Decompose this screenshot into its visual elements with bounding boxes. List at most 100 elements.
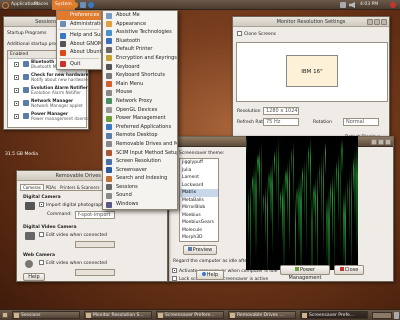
refresh-select[interactable]: 75 Hz <box>263 118 299 126</box>
preferences-menu-item[interactable]: Keyboard <box>103 63 177 72</box>
clock[interactable]: 4:03 PM <box>360 2 378 7</box>
theme-list-item[interactable]: Morph3D <box>180 234 218 241</box>
system-menu-item[interactable]: Administration <box>57 20 101 29</box>
preferences-menu-item[interactable]: Default Printer <box>103 45 177 54</box>
preferences-menu-item[interactable]: Windows <box>103 200 177 209</box>
preferences-menu-item[interactable]: Removable Drives and Media <box>103 140 177 149</box>
enabled-checkbox[interactable] <box>14 75 19 80</box>
tab-pdas[interactable]: PDAs <box>44 185 58 190</box>
system-menu-item[interactable]: Help and Support <box>57 31 101 40</box>
theme-list-item[interactable]: Molecule <box>180 227 218 235</box>
preferences-menu-item[interactable]: Sessions <box>103 183 177 192</box>
show-desktop-icon[interactable] <box>2 312 8 318</box>
maximize-icon[interactable] <box>378 139 384 145</box>
preferences-menu-item[interactable]: Encryption and Keyrings <box>103 54 177 63</box>
table-row[interactable]: Check for new hardware driversNotify abo… <box>8 72 88 85</box>
command-input[interactable]: f-spot-import <box>75 211 115 219</box>
preferences-menu-item[interactable]: OpenGL Devices <box>103 106 177 115</box>
help-button[interactable]: Help <box>196 270 224 280</box>
system-menu-item[interactable]: Preferences <box>57 11 101 20</box>
network-icon[interactable] <box>340 2 346 8</box>
close-icon[interactable] <box>385 139 391 145</box>
clone-screens-label: Clone Screens <box>244 32 277 37</box>
system-menu-item[interactable]: About Ubuntu <box>57 48 101 57</box>
preferences-menu-item[interactable]: Screen Resolution <box>103 157 177 166</box>
close-button[interactable]: Close <box>334 265 364 275</box>
taskbar-item[interactable]: Removable Drives ... <box>228 311 296 319</box>
preferences-menu-item[interactable]: Appearance <box>103 20 177 29</box>
preferences-menu-item[interactable]: Main Menu <box>103 80 177 89</box>
volume-icon[interactable] <box>349 2 355 8</box>
preferences-menu-item[interactable]: Preferred Applications <box>103 123 177 132</box>
removable-help-button[interactable]: Help <box>23 273 45 281</box>
preferences-menu-item[interactable]: Screensaver <box>103 166 177 175</box>
theme-list-item[interactable]: MoebiusGears <box>180 219 218 227</box>
table-row[interactable]: Network Manager Network Manager applet <box>8 98 86 111</box>
preferences-menu-item[interactable]: Assistive Technologies <box>103 28 177 37</box>
theme-list-item[interactable]: Moebius <box>180 212 218 220</box>
theme-list-item[interactable]: Lockward <box>180 182 218 190</box>
minimize-icon[interactable] <box>367 19 373 25</box>
help-launcher-icon[interactable] <box>88 2 94 8</box>
menu-item-icon <box>60 61 66 68</box>
minimize-icon[interactable] <box>371 139 377 145</box>
enabled-checkbox[interactable] <box>14 114 19 119</box>
workspace-switcher[interactable] <box>372 312 392 319</box>
rotation-select[interactable]: Normal <box>343 118 379 126</box>
taskbar-item[interactable]: Sessions <box>12 311 80 319</box>
resolution-titlebar[interactable]: Monitor Resolution Settings <box>233 17 389 27</box>
ubuntu-logo-icon[interactable] <box>2 1 9 9</box>
close-label: Close <box>344 267 359 273</box>
preferences-menu-item[interactable]: Network Proxy <box>103 97 177 106</box>
preferences-menu-item[interactable]: SCIM Input Method Setup <box>103 149 177 158</box>
power-icon[interactable] <box>390 2 396 8</box>
theme-list-item[interactable]: MetaBalls <box>180 197 218 205</box>
firefox-launcher-icon[interactable] <box>72 2 78 8</box>
preferences-menu-item[interactable]: Power Management <box>103 114 177 123</box>
menu-places[interactable]: Places <box>34 2 48 7</box>
tab-printers-scanners[interactable]: Printers & Scanners <box>58 185 102 190</box>
preview-button[interactable]: Preview <box>183 245 217 255</box>
preview-icon <box>187 247 192 251</box>
preferences-menu-item[interactable]: Remote Desktop <box>103 131 177 140</box>
taskbar-item[interactable]: Screensaver Prefe... <box>300 311 368 319</box>
mail-launcher-icon[interactable] <box>80 2 86 8</box>
theme-list-item[interactable]: Julia <box>180 167 218 175</box>
resolution-select[interactable]: 1280 x 1024 <box>263 107 299 115</box>
preferences-menu-item[interactable]: Sound <box>103 191 177 200</box>
camera-icon <box>25 202 35 210</box>
menu-item-icon <box>106 167 112 174</box>
tab-cameras[interactable]: Cameras <box>20 184 44 190</box>
taskbar-item[interactable]: Screensaver Prefere... <box>156 311 224 319</box>
preview-label: Preview <box>192 247 213 253</box>
import-photos-checkbox[interactable]: Import digital photographs <box>39 202 106 208</box>
taskbar-item[interactable]: Monitor Resolution S... <box>84 311 152 319</box>
preferences-menu-item[interactable]: Bluetooth <box>103 37 177 46</box>
close-icon[interactable] <box>381 19 387 25</box>
enabled-checkbox[interactable] <box>14 88 19 93</box>
system-menu-item[interactable]: Quit <box>57 60 101 69</box>
video-command-input <box>75 241 115 248</box>
system-menu-item[interactable]: About GNOME <box>57 40 101 49</box>
edit-video-checkbox[interactable]: Edit video when connected <box>39 232 107 238</box>
startup-programs-tab[interactable]: Startup Programs <box>7 31 46 36</box>
table-row[interactable]: Power Manager Power management daemon <box>8 111 88 124</box>
theme-list-item[interactable]: Jigglypuff <box>180 159 218 167</box>
webcam-checkbox[interactable]: Edit video when connected <box>39 260 107 266</box>
enabled-checkbox[interactable] <box>14 62 19 67</box>
desktop-drive-label[interactable]: 31.5 GB Media <box>5 152 38 157</box>
preferences-menu-item[interactable]: Mouse <box>103 88 177 97</box>
clone-screens-checkbox[interactable]: Clone Screens <box>237 31 276 37</box>
theme-list-item[interactable]: Matrix <box>180 189 218 197</box>
trash-icon[interactable] <box>394 312 399 319</box>
maximize-icon[interactable] <box>374 19 380 25</box>
preferences-menu-item[interactable]: About Me <box>103 11 177 20</box>
table-row[interactable]: Evolution Alarm Notifier Evolution Alarm … <box>8 85 88 98</box>
enabled-checkbox[interactable] <box>14 101 19 106</box>
theme-list-item[interactable]: Lament <box>180 174 218 182</box>
preferences-menu-item[interactable]: Keyboard Shortcuts <box>103 71 177 80</box>
theme-list-item[interactable]: MirrorBlob <box>180 204 218 212</box>
power-management-button[interactable]: Power Management <box>280 265 330 281</box>
monitor-box[interactable]: IBM 16" <box>286 55 338 87</box>
preferences-menu-item[interactable]: Search and Indexing <box>103 174 177 183</box>
